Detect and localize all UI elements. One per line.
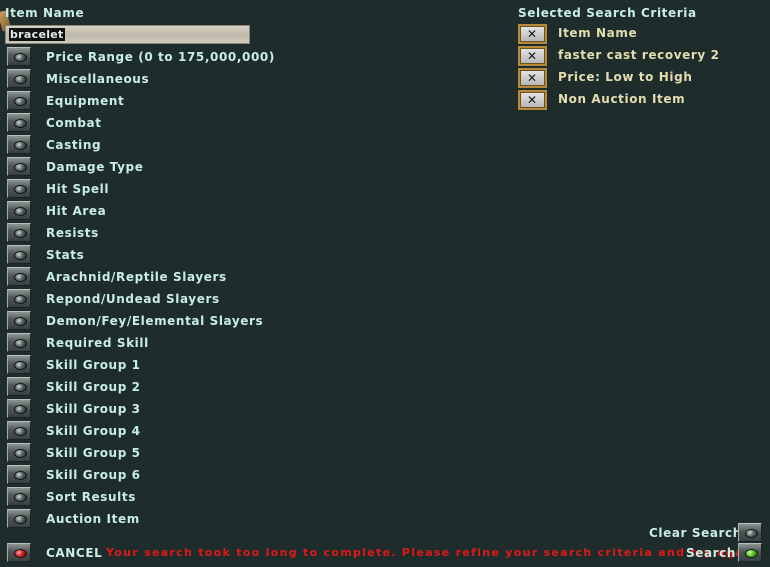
category-label-5: Damage Type <box>46 160 144 174</box>
criteria-heading: Selected Search Criteria <box>518 6 697 20</box>
gem-icon <box>14 207 27 216</box>
category-label-8: Resists <box>46 226 99 240</box>
category-label-16: Skill Group 3 <box>46 402 141 416</box>
clear-search-button[interactable] <box>738 523 762 542</box>
gem-icon <box>14 515 27 524</box>
category-button-7[interactable] <box>7 201 31 220</box>
remove-criteria-button-1[interactable] <box>518 46 547 66</box>
remove-criteria-button-0[interactable] <box>518 24 547 44</box>
gem-icon <box>14 383 27 392</box>
category-label-2: Equipment <box>46 94 125 108</box>
category-button-15[interactable] <box>7 377 31 396</box>
category-button-20[interactable] <box>7 487 31 506</box>
gem-icon <box>14 53 27 62</box>
category-label-0: Price Range (0 to 175,000,000) <box>46 50 275 64</box>
category-button-0[interactable] <box>7 47 31 66</box>
item-name-value: bracelet <box>9 28 65 41</box>
category-label-17: Skill Group 4 <box>46 424 141 438</box>
category-button-3[interactable] <box>7 113 31 132</box>
gem-icon <box>14 361 27 370</box>
category-button-12[interactable] <box>7 311 31 330</box>
category-label-13: Required Skill <box>46 336 149 350</box>
category-label-7: Hit Area <box>46 204 107 218</box>
gem-icon <box>14 273 27 282</box>
gem-icon <box>14 251 27 260</box>
category-label-19: Skill Group 6 <box>46 468 141 482</box>
gem-icon <box>14 339 27 348</box>
remove-criteria-button-2[interactable] <box>518 68 547 88</box>
category-button-6[interactable] <box>7 179 31 198</box>
gem-icon <box>14 317 27 326</box>
category-label-20: Sort Results <box>46 490 136 504</box>
cancel-button[interactable] <box>7 543 31 562</box>
gem-icon <box>14 163 27 172</box>
category-label-1: Miscellaneous <box>46 72 150 86</box>
green-gem-icon <box>745 549 758 558</box>
search-label: Search <box>686 546 737 560</box>
category-label-12: Demon/Fey/Elemental Slayers <box>46 314 264 328</box>
gem-icon <box>14 405 27 414</box>
category-button-19[interactable] <box>7 465 31 484</box>
search-button[interactable] <box>738 543 762 562</box>
gem-icon <box>14 493 27 502</box>
remove-criteria-button-3[interactable] <box>518 90 547 110</box>
category-label-18: Skill Group 5 <box>46 446 141 460</box>
gem-icon <box>14 185 27 194</box>
category-button-4[interactable] <box>7 135 31 154</box>
category-label-21: Auction Item <box>46 512 140 526</box>
category-label-6: Hit Spell <box>46 182 110 196</box>
category-label-4: Casting <box>46 138 102 152</box>
category-button-8[interactable] <box>7 223 31 242</box>
category-button-17[interactable] <box>7 421 31 440</box>
gem-icon <box>745 529 758 538</box>
criteria-label-0: Item Name <box>558 26 638 40</box>
category-button-13[interactable] <box>7 333 31 352</box>
category-button-11[interactable] <box>7 289 31 308</box>
category-label-3: Combat <box>46 116 102 130</box>
item-name-input[interactable]: bracelet <box>5 25 250 44</box>
red-gem-icon <box>14 549 27 558</box>
cancel-label[interactable]: CANCEL <box>46 546 102 560</box>
gem-icon <box>14 449 27 458</box>
gem-icon <box>14 75 27 84</box>
category-button-9[interactable] <box>7 245 31 264</box>
gem-icon <box>14 229 27 238</box>
category-button-16[interactable] <box>7 399 31 418</box>
gem-icon <box>14 141 27 150</box>
category-button-2[interactable] <box>7 91 31 110</box>
criteria-label-3: Non Auction Item <box>558 92 686 106</box>
error-message: Your search took too long to complete. P… <box>106 546 764 559</box>
gem-icon <box>14 427 27 436</box>
category-label-9: Stats <box>46 248 85 262</box>
gem-icon <box>14 119 27 128</box>
criteria-label-2: Price: Low to High <box>558 70 693 84</box>
category-button-1[interactable] <box>7 69 31 88</box>
category-button-14[interactable] <box>7 355 31 374</box>
gem-icon <box>14 471 27 480</box>
gem-icon <box>14 97 27 106</box>
clear-search-label: Clear Search <box>649 526 742 540</box>
category-button-5[interactable] <box>7 157 31 176</box>
category-label-11: Repond/Undead Slayers <box>46 292 220 306</box>
criteria-label-1: faster cast recovery 2 <box>558 48 720 62</box>
item-name-heading: Item Name <box>5 6 85 20</box>
category-button-10[interactable] <box>7 267 31 286</box>
category-button-21[interactable] <box>7 509 31 528</box>
category-label-10: Arachnid/Reptile Slayers <box>46 270 227 284</box>
gem-icon <box>14 295 27 304</box>
category-label-14: Skill Group 1 <box>46 358 141 372</box>
category-label-15: Skill Group 2 <box>46 380 141 394</box>
category-button-18[interactable] <box>7 443 31 462</box>
